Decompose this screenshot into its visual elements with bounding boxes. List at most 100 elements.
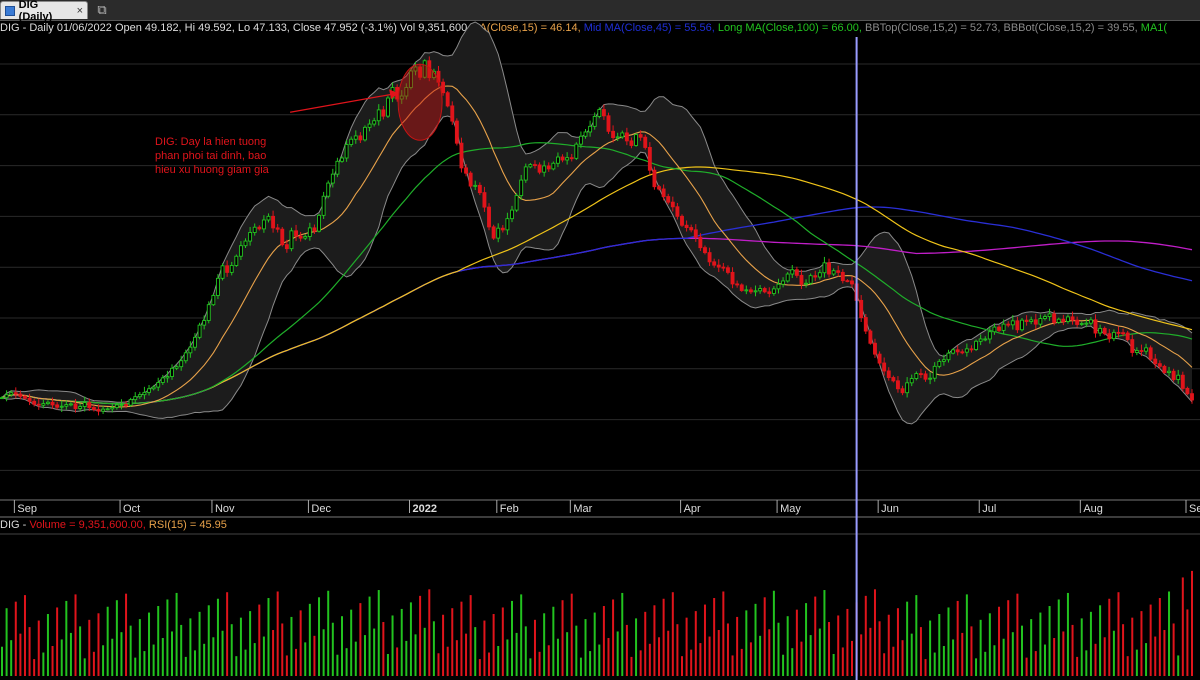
candle-body [1088, 319, 1093, 324]
volume-bar [759, 635, 762, 676]
volume-bar [795, 609, 798, 676]
candle-body [87, 402, 92, 408]
candle-body [510, 209, 514, 220]
volume-bar [373, 628, 376, 676]
volume-bar [235, 656, 238, 676]
volume-bar [363, 635, 366, 676]
volume-bar [216, 598, 219, 676]
candle-body [1153, 358, 1158, 365]
candle-body [358, 135, 363, 141]
volume-bar [896, 608, 899, 676]
candle-body [836, 270, 841, 273]
candle [606, 112, 611, 134]
candle-body [868, 330, 873, 344]
candle-body [261, 219, 266, 230]
volume-bar [681, 656, 683, 676]
volume-bar [791, 648, 794, 676]
volume-bar [258, 604, 261, 676]
volume-bar [1122, 624, 1125, 676]
candle [1148, 345, 1153, 362]
candle-body [997, 326, 1001, 331]
candle-body [50, 401, 55, 406]
volume-bar [1168, 591, 1171, 676]
candle-body [1061, 318, 1066, 322]
candle-body [170, 367, 174, 378]
candle-body [105, 408, 110, 411]
volume-bar [419, 595, 422, 676]
volume-bar [956, 600, 959, 676]
candle-body [960, 351, 965, 354]
volume-bar [331, 622, 334, 676]
volume-bar [129, 625, 132, 676]
volume-bar [405, 640, 408, 676]
candle-body [174, 366, 179, 369]
candle [652, 166, 657, 190]
candle-body [225, 265, 230, 273]
volume-bar [5, 608, 8, 676]
candle-body [891, 377, 896, 382]
volume-bar [1186, 609, 1189, 676]
candle-body [726, 267, 730, 273]
volume-bar [102, 645, 105, 676]
candle-body [353, 135, 358, 140]
candle-body [721, 266, 726, 269]
candle-body [583, 131, 588, 137]
volume-bar [768, 629, 771, 676]
volume-bar [272, 630, 275, 676]
candle-body [211, 295, 216, 306]
candle-body [918, 373, 923, 376]
volume-bar [161, 638, 164, 676]
volume-bar [354, 641, 357, 676]
candle-body [932, 365, 937, 379]
candle-body [785, 273, 790, 282]
volume-bar [189, 618, 192, 676]
candle-body [1116, 331, 1121, 334]
volume-bar [616, 631, 619, 676]
candle-body [216, 277, 220, 296]
candle-body [340, 157, 344, 162]
volume-bar [690, 649, 693, 676]
candle-body [877, 353, 882, 364]
candle-body [638, 134, 643, 138]
candle-body [914, 373, 919, 379]
candle-body [317, 214, 321, 232]
candle-body [762, 288, 767, 293]
candle-body [937, 360, 942, 367]
candle [514, 193, 519, 213]
volume-bar [823, 590, 826, 676]
x-tick-label: Apr [684, 503, 701, 515]
volume-bar [726, 623, 729, 676]
candle-body [73, 403, 78, 409]
volume-bar [837, 615, 840, 676]
candle-body [101, 408, 106, 412]
candle [574, 142, 579, 160]
volume-bar [318, 597, 321, 676]
volume-bar [561, 600, 564, 676]
candle [128, 397, 133, 407]
candle-body [592, 116, 597, 127]
volume-bar [148, 612, 151, 676]
volume-bar [998, 606, 1001, 676]
volume-bar [1103, 637, 1106, 676]
volume-bar [120, 632, 123, 676]
candle-body [188, 346, 193, 354]
volume-bar [1145, 643, 1148, 676]
volume-bar [671, 592, 674, 676]
volume-bar [1057, 599, 1060, 676]
volume-bar [276, 591, 279, 676]
volume-bar [74, 594, 77, 676]
candle-body [611, 130, 616, 139]
price-chart[interactable]: Sep Oct Nov Dec 2022 Feb Mar Apr May Jun Jul Aug Sep… [0, 0, 1200, 680]
volume-bar [1043, 644, 1046, 676]
candle-body [652, 169, 657, 188]
candle-body [519, 179, 524, 197]
candle-body [951, 349, 956, 354]
candle-body [992, 326, 997, 333]
volume-bar [961, 632, 964, 676]
candle-body [1066, 316, 1070, 322]
volume-bar [607, 638, 610, 676]
candle-body [666, 196, 671, 203]
volume-bar [910, 633, 913, 676]
candle-body [505, 218, 510, 231]
candle-body [776, 283, 781, 290]
